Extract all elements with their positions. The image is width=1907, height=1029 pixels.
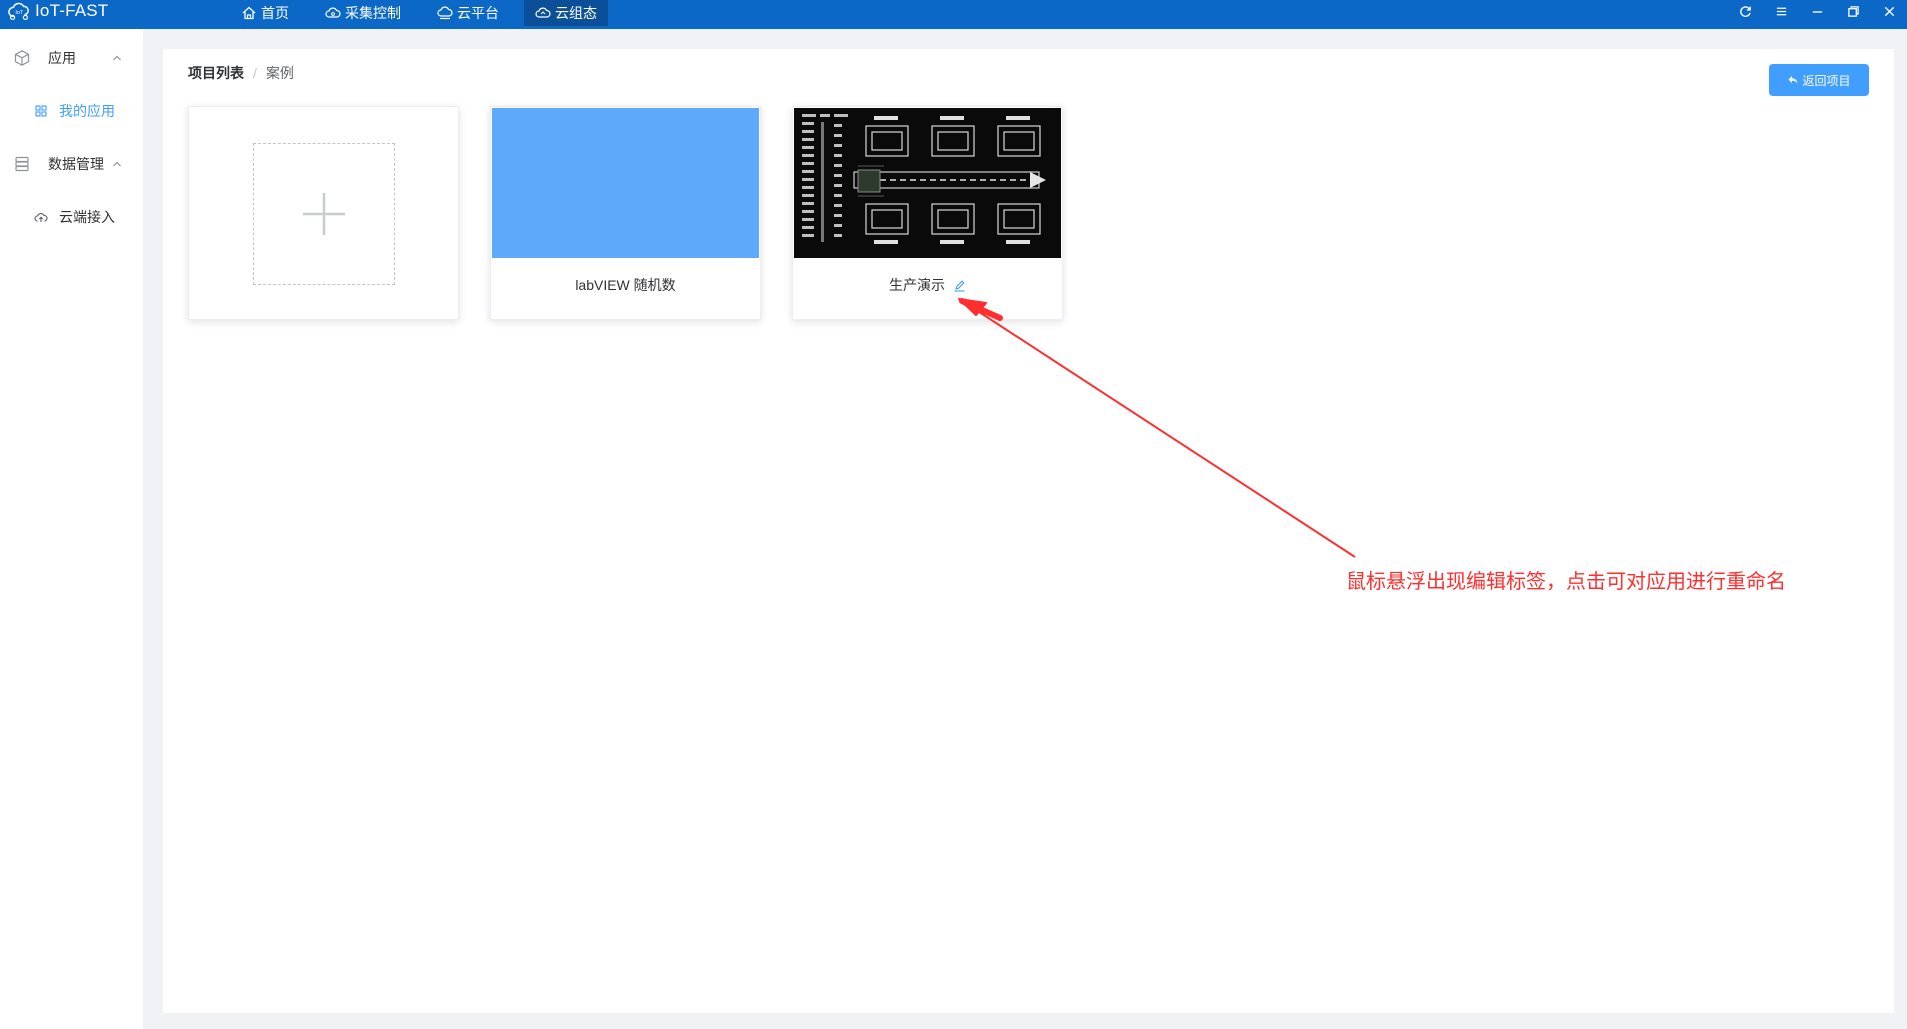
sidebar: 应用 我的应用 数据管理 云端接入 xyxy=(0,29,143,1029)
refresh-icon xyxy=(1739,5,1751,17)
cloud-upload-icon xyxy=(34,212,48,222)
restore-button[interactable] xyxy=(1835,0,1871,22)
window-controls xyxy=(1727,0,1907,22)
sidebar-item-cloud-access-label: 云端接入 xyxy=(59,209,115,225)
app-logo: IoT IoT-FAST xyxy=(8,0,108,22)
breadcrumb: 项目列表 / 案例 xyxy=(188,63,294,83)
menu-button[interactable] xyxy=(1763,0,1799,22)
back-to-project-label: 返回项目 xyxy=(1802,73,1851,88)
cube-icon xyxy=(14,50,30,66)
app-card-thumbnail[interactable] xyxy=(492,108,759,258)
iot-cloud-logo-icon: IoT xyxy=(8,2,29,21)
breadcrumb-project-list[interactable]: 项目列表 xyxy=(188,63,244,83)
return-arrow-icon xyxy=(1788,76,1798,84)
chevron-up-icon xyxy=(113,55,121,61)
app-card-title: 生产演示 xyxy=(793,275,1062,295)
breadcrumb-current: 案例 xyxy=(265,65,294,81)
app-title: IoT-FAST xyxy=(35,1,109,20)
svg-text:IoT: IoT xyxy=(15,10,24,16)
cloud-control-icon xyxy=(325,7,341,18)
app-card[interactable]: labVIEW 随机数 xyxy=(490,106,761,320)
sidebar-group-apps[interactable]: 应用 xyxy=(0,38,143,78)
app-card-thumbnail[interactable] xyxy=(794,108,1061,258)
add-app-dropzone[interactable] xyxy=(253,143,395,285)
refresh-button[interactable] xyxy=(1727,0,1763,22)
sidebar-group-apps-label: 应用 xyxy=(48,50,76,66)
cloud-platform-icon xyxy=(437,6,453,20)
app-card-title-text: 生产演示 xyxy=(889,277,946,293)
grid-icon xyxy=(35,105,47,117)
minimize-icon xyxy=(1812,10,1822,13)
sidebar-item-cloud-access[interactable]: 云端接入 xyxy=(0,197,143,237)
menu-icon xyxy=(1776,7,1786,15)
top-bar: IoT IoT-FAST 首页 采集控制 云平台 云组态 xyxy=(0,0,1907,29)
plus-icon xyxy=(303,193,345,235)
edit-icon[interactable] xyxy=(953,279,966,292)
main-nav: 首页 采集控制 云平台 云组态 xyxy=(230,0,622,26)
add-app-card[interactable] xyxy=(188,106,459,320)
back-to-project-button[interactable]: 返回项目 xyxy=(1769,64,1869,96)
cloud-config-icon xyxy=(535,7,551,18)
sidebar-group-data-label: 数据管理 xyxy=(48,156,104,172)
nav-cloud-config[interactable]: 云组态 xyxy=(524,0,608,26)
minimize-button[interactable] xyxy=(1799,0,1835,22)
close-icon xyxy=(1884,6,1894,16)
app-card-title-text: labVIEW 随机数 xyxy=(575,277,676,293)
sidebar-item-my-apps-label: 我的应用 xyxy=(59,103,115,119)
sidebar-group-data-management[interactable]: 数据管理 xyxy=(0,144,143,184)
breadcrumb-separator: / xyxy=(253,65,257,81)
nav-collect-control[interactable]: 采集控制 xyxy=(314,0,412,26)
home-icon xyxy=(242,6,256,20)
close-button[interactable] xyxy=(1871,0,1907,22)
sidebar-item-my-apps[interactable]: 我的应用 xyxy=(0,91,143,131)
nav-collect-control-label: 采集控制 xyxy=(345,5,401,21)
nav-cloud-platform-label: 云平台 xyxy=(457,5,499,21)
nav-home-label: 首页 xyxy=(261,5,289,21)
nav-home[interactable]: 首页 xyxy=(230,0,300,26)
app-card[interactable]: 生产演示 xyxy=(792,106,1063,320)
nav-cloud-platform[interactable]: 云平台 xyxy=(426,0,510,26)
restore-icon xyxy=(1847,5,1859,17)
nav-cloud-config-label: 云组态 xyxy=(555,5,597,21)
database-icon xyxy=(15,156,29,172)
app-card-title: labVIEW 随机数 xyxy=(491,275,760,295)
annotation-note: 鼠标悬浮出现编辑标签，点击可对应用进行重命名 xyxy=(1346,571,1786,593)
chevron-up-icon xyxy=(113,161,121,167)
